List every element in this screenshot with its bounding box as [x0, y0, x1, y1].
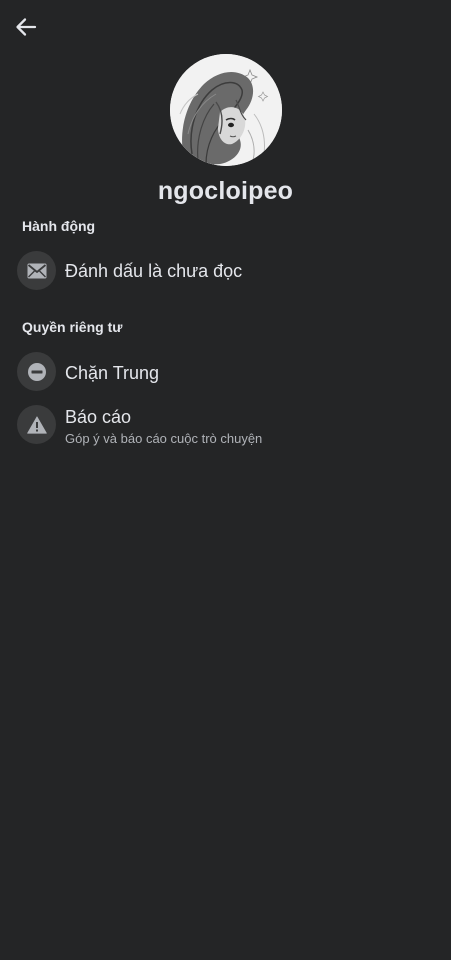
- section-title-privacy: Quyền riêng tư: [22, 319, 123, 335]
- back-button[interactable]: [10, 12, 42, 42]
- envelope-icon: [27, 263, 46, 278]
- warning-icon: [26, 415, 47, 434]
- mark-unread-label: Đánh dấu là chưa đọc: [65, 261, 243, 281]
- manga-girl-avatar: [170, 54, 282, 166]
- profile-name: ngocloipeo: [157, 177, 294, 205]
- mark-unread-item[interactable]: Đánh dấu là chưa đọc: [0, 247, 451, 295]
- report-item[interactable]: Báo cáo Góp ý và báo cáo cuộc trò chuyện: [0, 401, 451, 451]
- avatar[interactable]: [170, 54, 282, 166]
- block-user-label: Chặn Trung: [65, 363, 160, 383]
- block-icon: [27, 362, 46, 381]
- report-sublabel: Góp ý và báo cáo cuộc trò chuyện: [65, 431, 263, 446]
- arrow-left-icon: [16, 18, 37, 36]
- block-icon-circle: [17, 352, 56, 391]
- report-icon-circle: [17, 405, 56, 444]
- mark-unread-icon-circle: [17, 251, 56, 290]
- block-user-item[interactable]: Chặn Trung: [0, 348, 451, 396]
- report-label: Báo cáo: [65, 407, 132, 427]
- section-title-actions: Hành động: [22, 218, 96, 234]
